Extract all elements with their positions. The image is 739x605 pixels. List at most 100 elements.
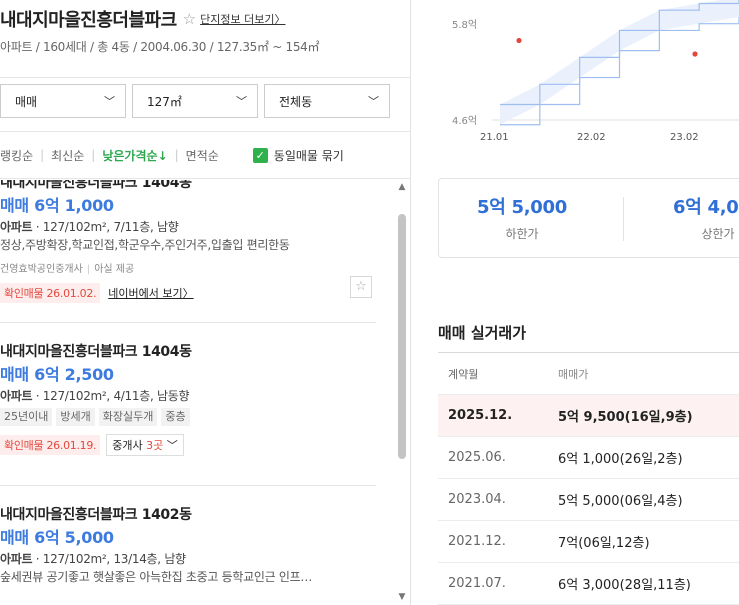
sort-ranking[interactable]: 랭킹순 xyxy=(0,147,33,164)
confirmed-badge: 확인매물 26.01.19. xyxy=(0,435,101,455)
chevron-down-icon: ﹀ xyxy=(166,439,178,452)
scroll-down-icon[interactable]: ▼ xyxy=(397,592,407,602)
high-price-box: 6억 4,000 상한가 xyxy=(653,193,739,242)
listing-price: 매매 6억 2,500 xyxy=(0,365,114,384)
building-select[interactable]: 전체동 ﹀ xyxy=(264,84,390,118)
detail-panel: 5.8억 4.6억 21.01 22.02 23.02 5억 5,000 하한가… xyxy=(412,0,739,605)
listing-spec: 아파트 · 127/102m², 4/11층, 남동향 xyxy=(0,389,190,403)
table-row: 2025.12. 5억 9,500(16일,9층) xyxy=(438,395,739,437)
divider: | xyxy=(91,148,96,162)
listing-price: 매매 6억 1,000 xyxy=(0,196,114,215)
listing-name: 내대지마을진흥더블파크 1404동 xyxy=(0,180,192,191)
agent-count: 3곳 xyxy=(146,439,164,452)
chevron-down-icon: ﹀ xyxy=(368,95,379,108)
trade-price: 5억 5,000(06일,4층) xyxy=(558,494,683,509)
divider xyxy=(623,197,624,241)
col-date-header: 계약월 xyxy=(448,367,479,381)
scroll-up-icon[interactable]: ▲ xyxy=(397,182,407,192)
trade-type-value: 매매 xyxy=(15,94,38,109)
listing-confirm-row: 확인매물 26.01.02. 네이버에서 보기〉 xyxy=(0,282,376,304)
listing-spec-text: 127/102m², 7/11층, 남향 xyxy=(42,220,179,234)
trade-history-title: 매매 실거래가 xyxy=(438,324,527,342)
listing-list: 내대지마을진흥더블파크 1404동 매매 6억 1,000 아파트 · 127/… xyxy=(0,180,410,605)
low-price-box: 5억 5,000 하한가 xyxy=(457,193,587,242)
table-row: 2025.06. 6억 1,000(26일,2층) xyxy=(438,437,739,479)
high-price-label: 상한가 xyxy=(701,227,735,241)
table-row: 2021.12. 7억(06일,12층) xyxy=(438,521,739,563)
agency-source: 아실 제공 xyxy=(94,264,135,275)
sort-area[interactable]: 면적순 xyxy=(186,147,219,164)
listing-item[interactable]: 내대지마을진흥더블파크 1402동 매매 6억 5,000 아파트 · 127/… xyxy=(0,486,376,605)
y-tick-label: 4.6억 xyxy=(452,115,477,127)
trade-type-select[interactable]: 매매 ﹀ xyxy=(0,84,126,118)
listing-name: 내대지마을진흥더블파크 1402동 xyxy=(0,507,192,523)
listing-desc: 숲세권뷰 공기좋고 햇살좋은 아늑한집 초중고 등학교인근 인프… xyxy=(0,570,313,584)
area-select[interactable]: 127㎡ ﹀ xyxy=(132,84,258,118)
chevron-down-icon: ﹀ xyxy=(236,95,247,108)
low-price-value: 5억 5,000 xyxy=(477,197,567,218)
listing-tag: 화장실두개 xyxy=(98,408,158,426)
listing-confirm-row: 확인매물 26.01.19. 중개사 3곳 ﹀ xyxy=(0,434,376,456)
trade-date: 2025.12. xyxy=(448,408,513,423)
agent-label: 중개사 xyxy=(112,439,143,452)
scrollbar-thumb[interactable] xyxy=(398,214,406,459)
listing-scrollbar[interactable]: ▲ ▼ xyxy=(397,180,407,605)
x-tick-label: 23.02 xyxy=(670,132,699,143)
listing-tag: 중층 xyxy=(161,408,190,426)
listing-type: 아파트 xyxy=(0,220,33,234)
complex-info-link[interactable]: 단지정보 더보기〉 xyxy=(200,11,285,27)
checkbox-checked-icon[interactable]: ✓ xyxy=(252,147,268,163)
complex-title: 내대지마을진흥더블파크 xyxy=(0,10,177,31)
complex-subinfo: 아파트 / 160세대 / 총 4동 / 2004.06.30 / 127.35… xyxy=(0,40,320,54)
trade-price: 6억 3,000(28일,11층) xyxy=(558,578,691,593)
table-row: 2021.07. 6억 3,000(28일,11층) xyxy=(438,563,739,605)
listing-name: 내대지마을진흥더블파크 1404동 xyxy=(0,344,192,360)
divider: | xyxy=(86,264,91,275)
listing-type: 아파트 xyxy=(0,552,33,566)
table-row: 2023.04. 5억 5,000(06일,4층) xyxy=(438,479,739,521)
table-header: 계약월 매매가 xyxy=(438,353,739,395)
divider: | xyxy=(40,148,45,162)
listing-price: 매매 6억 5,000 xyxy=(0,528,114,547)
complex-info-link-label: 단지정보 더보기 xyxy=(200,13,275,26)
sort-bar: 랭킹순 | 최신순 | 낮은가격순↓ | 면적순 ✓ 동일매물 묶기 xyxy=(0,131,410,179)
view-on-naver-link[interactable]: 네이버에서 보기〉 xyxy=(108,285,193,301)
group-same-listings-toggle[interactable]: ✓ 동일매물 묶기 xyxy=(252,147,344,164)
listing-item[interactable]: 내대지마을진흥더블파크 1404동 매매 6억 1,000 아파트 · 127/… xyxy=(0,180,376,323)
listing-type: 아파트 xyxy=(0,389,33,403)
price-range-summary: 5억 5,000 하한가 6억 4,000 상한가 xyxy=(438,178,739,258)
listing-panel: 내대지마을진흥더블파크 ☆ 단지정보 더보기〉 아파트 / 160세대 / 총 … xyxy=(0,0,411,605)
building-value: 전체동 xyxy=(279,94,313,109)
listing-spec: 아파트 · 127/102m², 7/11층, 남향 xyxy=(0,220,179,234)
listing-spec-text: 127/102m², 4/11층, 남동향 xyxy=(42,389,190,403)
listing-tag: 25년이내 xyxy=(0,408,53,426)
agent-count-button[interactable]: 중개사 3곳 ﹀ xyxy=(106,434,184,456)
low-price-label: 하한가 xyxy=(505,227,539,241)
area-value: 127㎡ xyxy=(147,94,182,109)
trade-date: 2021.07. xyxy=(448,576,506,591)
view-on-naver-label: 네이버에서 보기 xyxy=(108,287,183,300)
chart-marks xyxy=(500,0,739,126)
complex-header: 내대지마을진흥더블파크 ☆ 단지정보 더보기〉 아파트 / 160세대 / 총 … xyxy=(0,0,410,78)
x-tick-label: 22.02 xyxy=(577,132,606,143)
listing-desc: 정상,주방확장,학교인접,학군우수,주인거주,입출입 편리한동 xyxy=(0,238,290,252)
confirmed-badge: 확인매물 26.01.02. xyxy=(0,283,101,303)
trade-date: 2025.06. xyxy=(448,450,506,465)
x-tick-label: 21.01 xyxy=(480,132,509,143)
listing-agency: 건영효박공인중개사 | 아실 제공 xyxy=(0,260,376,275)
sort-latest[interactable]: 최신순 xyxy=(51,147,84,164)
trade-point xyxy=(516,37,522,44)
sort-low-price[interactable]: 낮은가격순↓ xyxy=(102,147,167,164)
trade-price: 5억 9,500(16일,9층) xyxy=(558,410,693,425)
listing-item[interactable]: 내대지마을진흥더블파크 1404동 매매 6억 2,500 아파트 · 127/… xyxy=(0,323,376,486)
favorite-star-icon[interactable]: ☆ xyxy=(350,276,372,298)
group-same-listings-label: 동일매물 묶기 xyxy=(273,148,344,163)
high-price-value: 6억 4,000 xyxy=(673,197,739,218)
trade-date: 2021.12. xyxy=(448,534,506,549)
star-icon[interactable]: ☆ xyxy=(183,10,196,28)
chevron-down-icon: ﹀ xyxy=(104,95,115,108)
trade-date: 2023.04. xyxy=(448,492,506,507)
listing-spec-text: 127/102m², 13/14층, 남향 xyxy=(42,552,186,566)
listing-tags: 25년이내 방세개 화장실두개 중층 xyxy=(0,408,376,426)
trade-price: 6억 1,000(26일,2층) xyxy=(558,452,683,467)
